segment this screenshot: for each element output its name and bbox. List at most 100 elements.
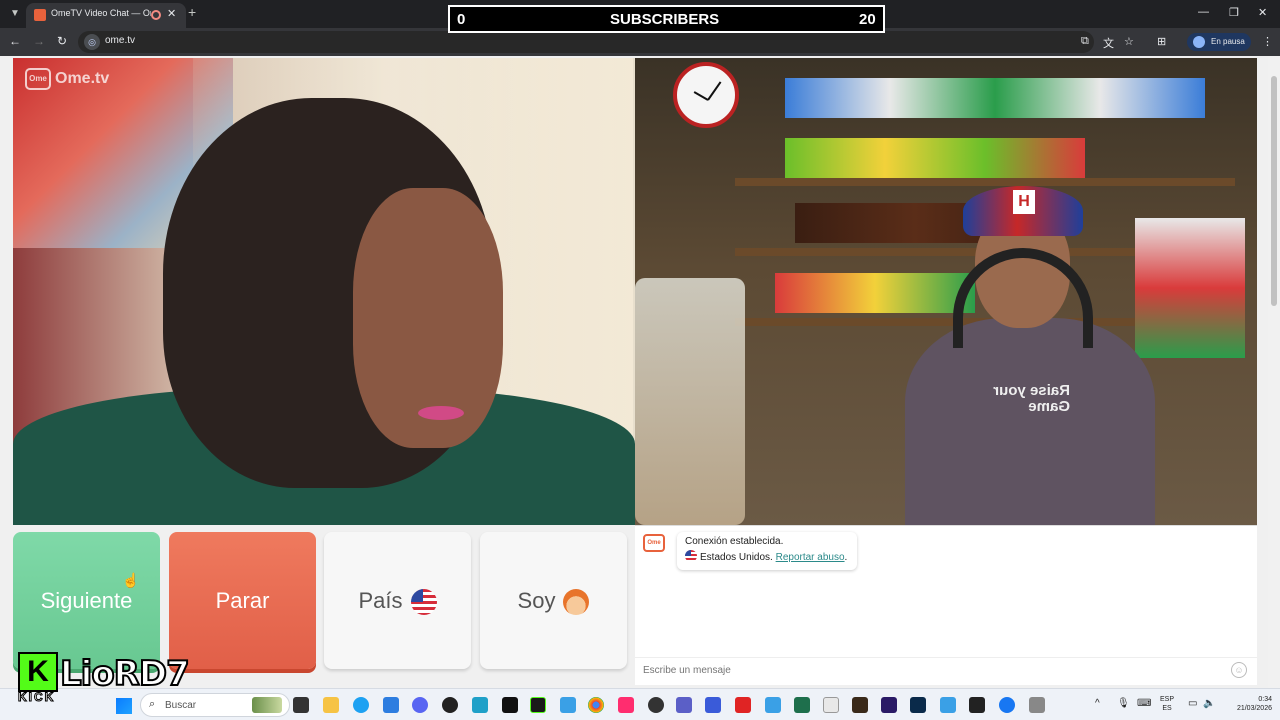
report-period: . <box>844 552 848 563</box>
connection-status-text: Conexión establecida. <box>685 536 784 547</box>
bread-jar <box>635 278 745 525</box>
edge-browser-icon[interactable] <box>353 697 369 713</box>
self-video: H Raise your Game <box>635 58 1257 525</box>
country-button-label: País <box>358 588 403 613</box>
next-button[interactable]: Siguiente <box>13 532 160 669</box>
app-icon[interactable] <box>1029 697 1045 713</box>
task-view-icon[interactable] <box>293 697 309 713</box>
chrome-icon[interactable] <box>588 697 604 713</box>
browser-tab-ometv[interactable]: OmeTV Video Chat — Ome ✕ <box>26 3 186 28</box>
ometv-watermark: Ome Ome.tv <box>25 68 109 90</box>
site-info-icon[interactable]: ◎ <box>84 34 100 50</box>
file-explorer-icon[interactable] <box>323 697 339 713</box>
country-selector-button[interactable]: País <box>324 532 471 669</box>
browser-menu-icon[interactable]: ⋮ <box>1262 35 1273 48</box>
subscriber-label: SUBSCRIBERS <box>610 11 720 28</box>
cap-logo: H <box>1013 190 1035 214</box>
url-text: ome.tv <box>105 35 136 46</box>
app-icon[interactable] <box>705 697 721 713</box>
stranger-lips <box>418 406 464 420</box>
back-button[interactable]: ← <box>9 34 21 48</box>
app-icon[interactable] <box>794 697 810 713</box>
language-code: ESP <box>1160 696 1175 703</box>
location-line: Estados Unidos. Reportar abuso. <box>685 550 849 563</box>
minimize-window-button[interactable]: — <box>1198 6 1209 18</box>
subscriber-goal-count: 20 <box>859 11 876 28</box>
kick-app-icon[interactable] <box>530 697 546 713</box>
input-language[interactable]: ESP ES <box>1160 695 1174 713</box>
subscriber-counter-overlay: 0 SUBSCRIBERS 20 <box>448 5 885 33</box>
profile-avatar-icon <box>1193 36 1205 48</box>
us-flag-icon <box>685 550 697 562</box>
volume-icon[interactable]: 🔈 <box>1203 698 1215 709</box>
shirt-print: Raise your Game <box>993 382 1070 415</box>
close-tab-icon[interactable]: ✕ <box>167 7 176 20</box>
hand-cursor-icon: ☝ <box>122 572 140 588</box>
clock-time: 0:34 <box>1258 696 1272 703</box>
tab-list-button[interactable]: ▼ <box>6 5 24 23</box>
address-bar[interactable]: ◎ ome.tv <box>78 31 1094 53</box>
watermark-text: Ome.tv <box>55 70 110 88</box>
reload-button[interactable]: ↻ <box>57 34 67 48</box>
photoshop-icon[interactable] <box>910 697 926 713</box>
next-button-label: Siguiente <box>40 588 133 613</box>
search-highlight-icon[interactable] <box>252 697 282 713</box>
emoji-icon[interactable]: ☺ <box>1231 662 1247 678</box>
discord-icon[interactable] <box>412 697 428 713</box>
profile-paused-button[interactable]: En pausa <box>1187 33 1251 51</box>
app-icon[interactable] <box>823 697 839 713</box>
report-abuse-link[interactable]: Reportar abuso <box>776 552 845 563</box>
page-scrollbar[interactable] <box>1268 56 1280 688</box>
premiere-pro-icon[interactable] <box>881 697 897 713</box>
cast-icon[interactable]: ⧉ <box>1081 35 1089 48</box>
system-clock[interactable]: 0:34 21/03/2026 <box>1226 695 1272 713</box>
stop-button[interactable]: Parar <box>169 532 316 669</box>
translate-icon[interactable]: 文 <box>1103 35 1114 51</box>
chat-message-input[interactable] <box>635 657 1257 683</box>
photos-icon[interactable] <box>472 697 488 713</box>
bookmark-star-icon[interactable]: ☆ <box>1124 35 1134 48</box>
tray-overflow-icon[interactable]: ^ <box>1095 698 1100 709</box>
store-icon[interactable] <box>383 697 399 713</box>
microphone-icon[interactable]: 🎙 <box>1117 698 1130 709</box>
wall-clock <box>673 62 739 128</box>
gender-selector-button[interactable]: Soy <box>480 532 627 669</box>
capcut-icon[interactable] <box>969 697 985 713</box>
keyboard-icon[interactable]: ⌨ <box>1137 698 1151 709</box>
forward-button[interactable]: → <box>33 34 45 48</box>
windows-taskbar: ⌕ Buscar ^ 🎙 ⌨ ESP ES ▭ 🔈 0:34 21/03/202… <box>0 688 1280 720</box>
game-icon[interactable] <box>852 697 868 713</box>
clock-hour-hand <box>707 81 722 101</box>
window-app-icon[interactable] <box>765 697 781 713</box>
teams-icon[interactable] <box>676 697 692 713</box>
restore-window-button[interactable]: ❐ <box>1229 6 1239 19</box>
obs-icon[interactable] <box>442 697 458 713</box>
shelf-snacks <box>775 273 975 313</box>
extensions-icon[interactable]: ⊞ <box>1157 35 1166 48</box>
headset <box>953 248 1093 348</box>
ometv-watermark-icon: Ome <box>25 68 51 90</box>
shelf-products <box>785 138 1085 178</box>
network-icon[interactable]: ▭ <box>1188 698 1197 709</box>
ometv-chat-logo-icon: Ome <box>643 534 665 552</box>
ometv-favicon-icon <box>34 9 46 21</box>
app-icon[interactable] <box>648 697 664 713</box>
stranger-video: Ome Ome.tv <box>13 58 635 525</box>
clock-date: 21/03/2026 <box>1236 705 1272 712</box>
new-tab-button[interactable]: + <box>188 4 196 20</box>
kick-icon: K <box>18 652 58 692</box>
shelf-products <box>785 78 1205 118</box>
channel-name: LioRD7 <box>59 653 191 695</box>
streamer-logo-overlay: K KICK LioRD7 <box>17 650 191 710</box>
window-app-icon[interactable] <box>560 697 576 713</box>
app-icon[interactable] <box>735 697 751 713</box>
window-app-icon[interactable] <box>940 697 956 713</box>
scrollbar-thumb[interactable] <box>1271 76 1277 306</box>
us-flag-icon <box>410 589 437 616</box>
close-window-button[interactable]: ✕ <box>1258 6 1267 19</box>
boy-avatar-icon <box>563 589 590 616</box>
app-icon[interactable] <box>999 697 1015 713</box>
tiktok-icon[interactable] <box>618 697 634 713</box>
epic-games-icon[interactable] <box>502 697 518 713</box>
streamer-shirt <box>905 318 1155 525</box>
